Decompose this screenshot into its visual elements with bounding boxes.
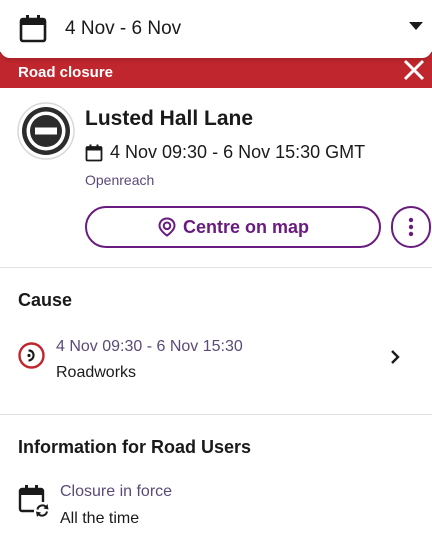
incident-time-row: 4 Nov 09:30 - 6 Nov 15:30 GMT bbox=[85, 142, 365, 163]
info-value: All the time bbox=[60, 510, 140, 527]
centre-on-map-button[interactable]: Centre on map bbox=[85, 206, 381, 248]
more-options-button[interactable] bbox=[391, 206, 431, 248]
chevron-down-icon[interactable] bbox=[408, 21, 424, 31]
no-entry-icon bbox=[17, 102, 75, 160]
calendar-icon bbox=[19, 15, 47, 43]
section-divider bbox=[0, 267, 432, 268]
operator-name: Openreach bbox=[85, 172, 155, 188]
cause-heading: Cause bbox=[18, 290, 73, 310]
section-divider bbox=[0, 414, 432, 415]
centre-on-map-label: Centre on map bbox=[182, 216, 310, 237]
info-label: Closure in force bbox=[60, 483, 173, 500]
header-title: Road closure bbox=[18, 63, 114, 81]
date-range-text: 4 Nov - 6 Nov bbox=[65, 18, 182, 39]
date-range-picker[interactable]: 4 Nov - 6 Nov bbox=[0, 0, 432, 58]
location-target-icon bbox=[158, 217, 176, 237]
roadworks-icon bbox=[18, 342, 45, 369]
info-item: Closure in force All the time bbox=[0, 478, 432, 538]
road-name: Lusted Hall Lane bbox=[85, 107, 254, 130]
close-icon[interactable] bbox=[402, 58, 426, 82]
calendar-icon bbox=[85, 144, 103, 161]
cause-type: Roadworks bbox=[56, 364, 137, 381]
cause-time-range: 4 Nov 09:30 - 6 Nov 15:30 bbox=[56, 338, 243, 355]
recurring-calendar-icon bbox=[18, 485, 50, 518]
more-vertical-icon bbox=[408, 217, 414, 237]
info-heading: Information for Road Users bbox=[18, 437, 252, 457]
chevron-right-icon bbox=[391, 350, 400, 364]
cause-item[interactable]: 4 Nov 09:30 - 6 Nov 15:30 Roadworks bbox=[0, 330, 432, 384]
incident-time-range: 4 Nov 09:30 - 6 Nov 15:30 GMT bbox=[110, 142, 366, 162]
